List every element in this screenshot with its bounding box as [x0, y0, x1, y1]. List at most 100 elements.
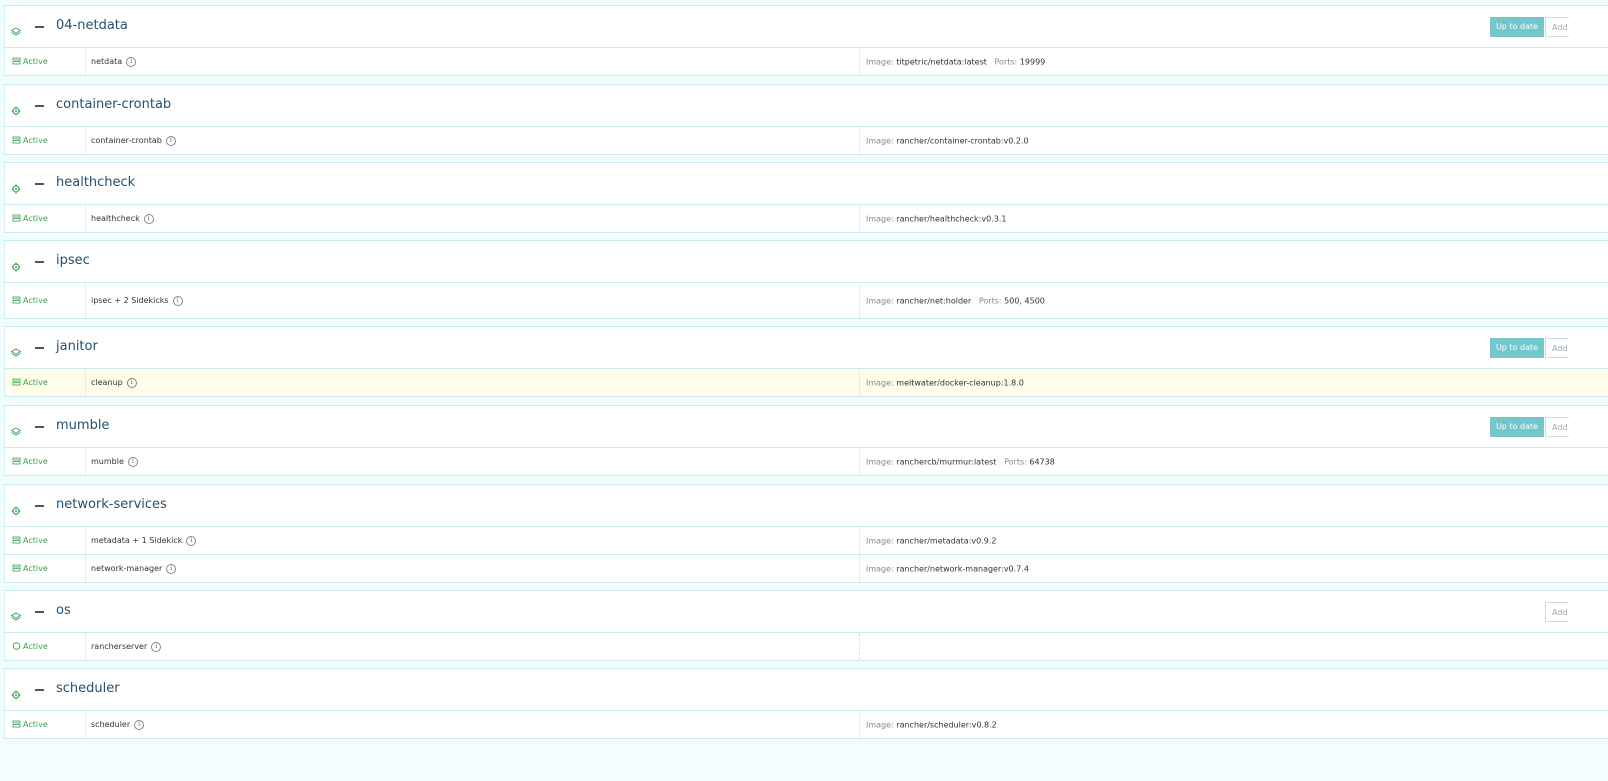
service-row[interactable]: Active healthcheck i Image: rancher/healthc… — [4, 205, 1608, 233]
service-name-link[interactable]: netdata — [91, 57, 122, 66]
collapse-icon[interactable] — [35, 26, 44, 28]
image-value: rancher/network-manager:v0.7.4 — [896, 564, 1029, 573]
service-name-link[interactable]: rancherserver — [91, 642, 147, 651]
info-icon[interactable]: i — [166, 563, 177, 574]
service-name: netdata i — [91, 56, 137, 67]
image-label: Image: — [866, 457, 894, 466]
service-name-link[interactable]: mumble — [91, 457, 124, 466]
add-service-button[interactable]: Add — [1545, 602, 1569, 622]
image-info: Image: rancher/healthcheck:v0.3.1 — [866, 214, 1006, 223]
info-icon[interactable]: i — [172, 295, 183, 306]
image-label: Image: — [866, 720, 894, 729]
service-state-icon — [12, 296, 21, 306]
service-row[interactable]: Active scheduler i Image: rancher/scheduler… — [4, 711, 1608, 739]
service-row[interactable]: Active network-manager i Image: rancher/net… — [4, 555, 1608, 583]
image-value: titpetric/netdata:latest — [896, 57, 987, 66]
info-icon[interactable]: i — [186, 535, 197, 546]
add-service-button[interactable]: Add — [1545, 17, 1569, 37]
ports-label: Ports: — [994, 57, 1018, 66]
status-badge: Active — [12, 720, 48, 730]
stack-header: scheduler — [4, 669, 1608, 711]
service-row[interactable]: Active mumble i Image: ranchercb/murmur:lat… — [4, 448, 1608, 476]
stack-name[interactable]: network-services — [56, 497, 167, 512]
stack-name[interactable]: ipsec — [56, 253, 90, 268]
image-value: ranchercb/murmur:latest — [896, 457, 997, 466]
stack-name[interactable]: healthcheck — [56, 175, 135, 190]
collapse-icon[interactable] — [35, 347, 44, 349]
info-icon[interactable]: i — [151, 641, 162, 652]
add-service-button[interactable]: Add — [1545, 417, 1569, 437]
collapse-icon[interactable] — [35, 611, 44, 613]
stack-name[interactable]: os — [56, 603, 71, 618]
service-name-cell: network-manager i — [85, 555, 860, 582]
service-row[interactable]: Active ipsec + 2 Sidekicks i Image: rancher… — [4, 283, 1608, 319]
image-value: meltwater/docker-cleanup:1.8.0 — [896, 378, 1024, 387]
service-name-link[interactable]: scheduler — [91, 720, 130, 729]
status-badge: Active — [12, 378, 48, 388]
info-icon[interactable]: i — [165, 135, 176, 146]
service-name: rancherserver i — [91, 641, 162, 652]
service-name-link[interactable]: ipsec + 2 Sidekicks — [91, 296, 169, 305]
service-name: healthcheck i — [91, 213, 154, 224]
service-name: container-crontab i — [91, 135, 176, 146]
image-label: Image: — [866, 564, 894, 573]
service-row[interactable]: Active rancherserver i — [4, 633, 1608, 661]
stack-name[interactable]: mumble — [56, 418, 109, 433]
info-icon[interactable]: i — [143, 213, 154, 224]
service-name-link[interactable]: metadata + 1 Sidekick — [91, 536, 182, 545]
image-info: Image: meltwater/docker-cleanup:1.8.0 — [866, 378, 1024, 387]
up-to-date-button[interactable]: Up to date — [1490, 17, 1544, 37]
stack-name[interactable]: container-crontab — [56, 97, 171, 112]
stack-header: mumble Up to date Add — [4, 406, 1608, 448]
service-row[interactable]: Active netdata i Image: titpetric/netdata:l… — [4, 48, 1608, 76]
info-icon[interactable]: i — [134, 719, 145, 730]
stack-header: network-services — [4, 485, 1608, 527]
status-badge: Active — [12, 641, 48, 652]
service-state-cell: Active — [5, 205, 86, 232]
service-state-cell: Active — [5, 633, 86, 660]
service-row[interactable]: Active cleanup i Image: meltwater/docker-cl… — [4, 369, 1608, 397]
up-to-date-button[interactable]: Up to date — [1490, 417, 1544, 437]
stack-header: ipsec — [4, 241, 1608, 283]
circle-icon — [12, 641, 21, 652]
info-icon[interactable]: i — [127, 456, 138, 467]
image-info: Image: rancher/container-crontab:v0.2.0 — [866, 136, 1029, 145]
state-label: Active — [23, 296, 48, 305]
status-badge: Active — [12, 296, 48, 306]
info-icon[interactable]: i — [126, 377, 137, 388]
status-badge: Active — [12, 214, 48, 224]
collapse-icon[interactable] — [35, 261, 44, 263]
service-name-link[interactable]: network-manager — [91, 564, 162, 573]
stack-name[interactable]: janitor — [56, 339, 98, 354]
status-badge: Active — [12, 536, 48, 546]
service-name-cell: ipsec + 2 Sidekicks i — [85, 283, 860, 318]
info-icon[interactable]: i — [126, 56, 137, 67]
service-name-link[interactable]: healthcheck — [91, 214, 140, 223]
up-to-date-button[interactable]: Up to date — [1490, 338, 1544, 358]
service-name-cell: scheduler i — [85, 711, 860, 738]
service-row[interactable]: Active container-crontab i Image: rancher/c… — [4, 127, 1608, 155]
service-image-cell: Image: rancher/net:holder Ports: 500, 45… — [860, 283, 1608, 318]
stack-name[interactable]: 04-netdata — [56, 18, 128, 33]
service-name-link[interactable]: container-crontab — [91, 136, 162, 145]
stack-header: container-crontab — [4, 85, 1608, 127]
add-service-button[interactable]: Add — [1545, 338, 1569, 358]
collapse-icon[interactable] — [35, 426, 44, 428]
service-name: mumble i — [91, 456, 138, 467]
collapse-icon[interactable] — [35, 105, 44, 107]
service-row[interactable]: Active metadata + 1 Sidekick i Image: ranch… — [4, 527, 1608, 555]
state-label: Active — [23, 536, 48, 545]
collapse-icon[interactable] — [35, 183, 44, 185]
service-name-cell: netdata i — [85, 48, 860, 75]
service-state-icon — [12, 457, 21, 467]
image-info: Image: titpetric/netdata:latest Ports: 1… — [866, 57, 1045, 66]
service-state-cell: Active — [5, 369, 86, 396]
stack-name[interactable]: scheduler — [56, 681, 120, 696]
service-image-cell: Image: ranchercb/murmur:latest Ports: 64… — [860, 448, 1608, 475]
stack-mumble: mumble Up to date Add Active mumble i Image: r… — [4, 405, 1608, 476]
collapse-icon[interactable] — [35, 505, 44, 507]
state-label: Active — [23, 136, 48, 145]
service-name-link[interactable]: cleanup — [91, 378, 123, 387]
stack-header: healthcheck — [4, 163, 1608, 205]
collapse-icon[interactable] — [35, 689, 44, 691]
